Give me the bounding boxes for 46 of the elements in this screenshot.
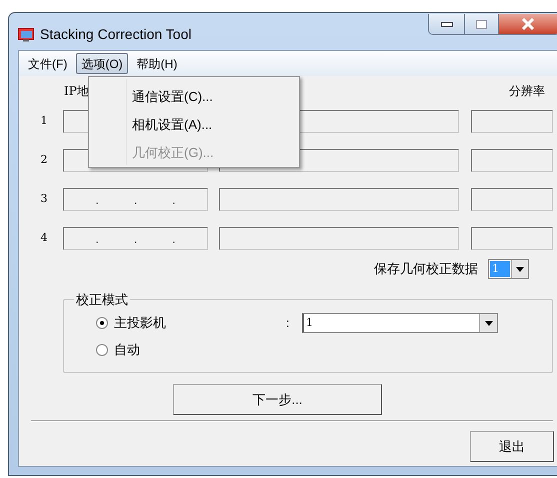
dropdown-arrow-icon xyxy=(484,320,492,326)
close-icon xyxy=(521,18,535,30)
input-field[interactable] xyxy=(219,227,459,250)
projector-dropdown[interactable]: 1 xyxy=(302,313,498,333)
dropdown-arrow-icon xyxy=(516,266,524,272)
radio-button[interactable] xyxy=(96,344,108,356)
window-title: Stacking Correction Tool xyxy=(40,25,192,44)
next-button[interactable]: 下一步... xyxy=(173,384,382,415)
ip-separator: . xyxy=(134,194,138,206)
menu-item[interactable]: 选项(O) xyxy=(76,53,128,74)
minimize-button[interactable] xyxy=(429,14,465,34)
menu-item[interactable]: 文件(F) xyxy=(23,53,72,74)
menu-entry[interactable]: 通信设置(C)... xyxy=(89,83,299,111)
minimize-icon xyxy=(440,22,452,26)
app-icon xyxy=(18,28,34,42)
dropdown-value: 1 xyxy=(305,314,313,331)
input-field[interactable] xyxy=(219,188,459,211)
row-number: 2 xyxy=(40,152,48,168)
radio-button[interactable] xyxy=(96,317,108,329)
menu-item[interactable]: 帮助(H) xyxy=(132,53,182,74)
dropdown-value: 1 xyxy=(490,261,510,277)
input-field[interactable]: . . . xyxy=(63,227,208,250)
input-field[interactable] xyxy=(471,110,553,133)
ip-separator: . xyxy=(134,232,138,244)
column-header: 分辨率 xyxy=(509,83,545,100)
input-field[interactable] xyxy=(471,188,553,211)
exit-button[interactable]: 退出 xyxy=(470,431,554,462)
close-button[interactable] xyxy=(499,14,557,34)
menu-entry[interactable]: 相机设置(A)... xyxy=(89,111,299,139)
input-field[interactable] xyxy=(471,149,553,172)
maximize-button[interactable] xyxy=(465,14,499,34)
save-geometry-label: 保存几何校正数据 xyxy=(374,260,478,278)
ip-separator: . xyxy=(172,232,176,244)
ip-separator: . xyxy=(95,232,99,244)
row-number: 1 xyxy=(40,113,48,130)
ip-separator: . xyxy=(95,194,99,206)
input-field[interactable] xyxy=(471,227,553,250)
maximize-icon xyxy=(476,20,487,28)
radio-label: 自动 xyxy=(114,341,140,360)
row-number: 4 xyxy=(40,230,48,246)
row-number: 3 xyxy=(40,191,48,208)
column-header: IP地 xyxy=(64,83,89,100)
colon-label: : xyxy=(286,315,290,332)
ip-separator: . xyxy=(172,194,176,206)
input-field[interactable]: . . . xyxy=(63,188,208,211)
radio-label: 主投影机 xyxy=(114,314,166,332)
